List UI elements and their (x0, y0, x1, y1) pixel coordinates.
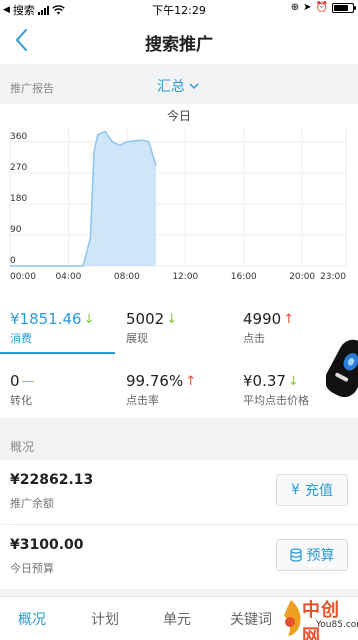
budget-button[interactable]: 预算 (276, 539, 348, 571)
metric-ctr-value: 99.76% (126, 372, 184, 390)
metric-conversions-value: 0 (10, 372, 20, 390)
location-icon: ➤ (303, 2, 312, 13)
selected-metric-underline (0, 352, 115, 354)
budget-amount: ¥3100.00 (10, 537, 84, 553)
balance-label: 推广余额 (10, 497, 54, 510)
metric-spend-value: ¥1851.46 (10, 310, 82, 328)
status-right: ⊕ ➤ ⏰ (290, 2, 356, 13)
metric-clicks-value-row: 4990 ↑ (243, 310, 353, 328)
watermark-subtext: You85.com (316, 620, 358, 630)
watermark-logo: 中创网 You85.com (276, 594, 358, 640)
metric-ctr[interactable]: 99.76% ↑ 点击率 (126, 372, 236, 408)
tab-units[interactable]: 单元 (163, 609, 191, 629)
metric-spend-label: 消费 (10, 332, 32, 345)
x-tick-label-6: 23:00 (320, 272, 346, 282)
metric-spend-value-row: ¥1851.46 ↓ (10, 310, 120, 328)
budget-label: 今日预算 (10, 562, 54, 575)
x-tick-label-1: 04:00 (55, 272, 81, 282)
chart-card: 今日 0 90 180 270 360 00:00 04:00 08:00 12:00 16:00… (0, 104, 358, 290)
x-tick-label-0: 00:00 (10, 272, 36, 282)
nav-bar: 搜索推广 (0, 18, 358, 64)
metrics-panel: ¥1851.46 ↓ 消费 5002 ↓ 展现 4990 ↑ 点击 0 — 转化… (0, 290, 358, 418)
area-chart: 0 90 180 270 360 00:00 04:00 08:00 12:00 16:00 20:… (9, 128, 347, 282)
summary-dropdown[interactable]: 汇总 (157, 76, 199, 96)
x-tick-label-3: 12:00 (172, 272, 198, 282)
yuan-icon: ¥ (291, 482, 300, 498)
tab-plans[interactable]: 计划 (91, 609, 119, 629)
recharge-button-label: 充值 (304, 483, 333, 499)
floating-assistant-icon[interactable] (326, 334, 358, 400)
overview-header: 概况 (0, 418, 358, 460)
budget-button-label: 预算 (306, 548, 335, 564)
status-bar: ◀ 搜索 下午12:29 ⊕ ➤ ⏰ (0, 0, 358, 18)
flat-dash-icon: — (21, 373, 35, 389)
x-tick-label-5: 20:00 (289, 272, 315, 282)
metric-ctr-value-row: 99.76% ↑ (126, 372, 236, 390)
y-tick-label-4: 360 (10, 132, 27, 142)
y-tick-label-2: 180 (10, 194, 27, 204)
balance-row: ¥22862.13 推广余额 ¥ 充值 (0, 460, 358, 524)
tab-keywords[interactable]: 关键词 (230, 609, 272, 629)
y-tick-label-1: 90 (10, 225, 22, 235)
metric-ctr-label: 点击率 (126, 394, 159, 407)
y-tick-label-0: 0 (10, 256, 16, 266)
metric-impressions-value: 5002 (126, 310, 165, 328)
metric-conversions[interactable]: 0 — 转化 (10, 372, 120, 408)
database-icon (289, 548, 302, 562)
tab-overview[interactable]: 概况 (18, 609, 46, 629)
arrow-up-icon: ↑ (283, 311, 295, 327)
metric-conversions-value-row: 0 — (10, 372, 120, 390)
arrow-up-icon: ↑ (185, 373, 197, 389)
summary-dropdown-label: 汇总 (157, 79, 185, 95)
x-tick-label-2: 08:00 (114, 272, 140, 282)
metric-impressions-label: 展现 (126, 332, 148, 345)
metric-avg-cpc-value: ¥0.37 (243, 372, 286, 390)
alarm-icon: ⏰ (315, 2, 328, 13)
metric-impressions[interactable]: 5002 ↓ 展现 (126, 310, 236, 346)
lock-rotation-icon: ⊕ (290, 2, 300, 13)
balance-amount: ¥22862.13 (10, 472, 94, 488)
watermark-emblem-icon (284, 600, 301, 636)
budget-row: ¥3100.00 今日预算 预算 (0, 525, 358, 589)
report-header: 推广报告 汇总 (0, 70, 358, 104)
series-area (10, 131, 157, 266)
arrow-down-icon: ↓ (287, 373, 299, 389)
chevron-down-icon (189, 83, 199, 90)
overview-label: 概况 (10, 440, 35, 454)
metric-impressions-value-row: 5002 ↓ (126, 310, 236, 328)
battery-icon (332, 2, 356, 13)
page-title: 搜索推广 (145, 35, 213, 55)
metric-clicks-value: 4990 (243, 310, 282, 328)
y-tick-label-3: 270 (10, 163, 27, 173)
report-label: 推广报告 (10, 82, 54, 95)
arrow-down-icon: ↓ (166, 311, 178, 327)
metric-spend[interactable]: ¥1851.46 ↓ 消费 (10, 310, 120, 346)
recharge-button[interactable]: ¥ 充值 (276, 474, 348, 506)
x-tick-label-4: 16:00 (231, 272, 257, 282)
watermark-text: 中创网 (302, 600, 340, 640)
metric-conversions-label: 转化 (10, 394, 32, 407)
arrow-down-icon: ↓ (83, 311, 95, 327)
